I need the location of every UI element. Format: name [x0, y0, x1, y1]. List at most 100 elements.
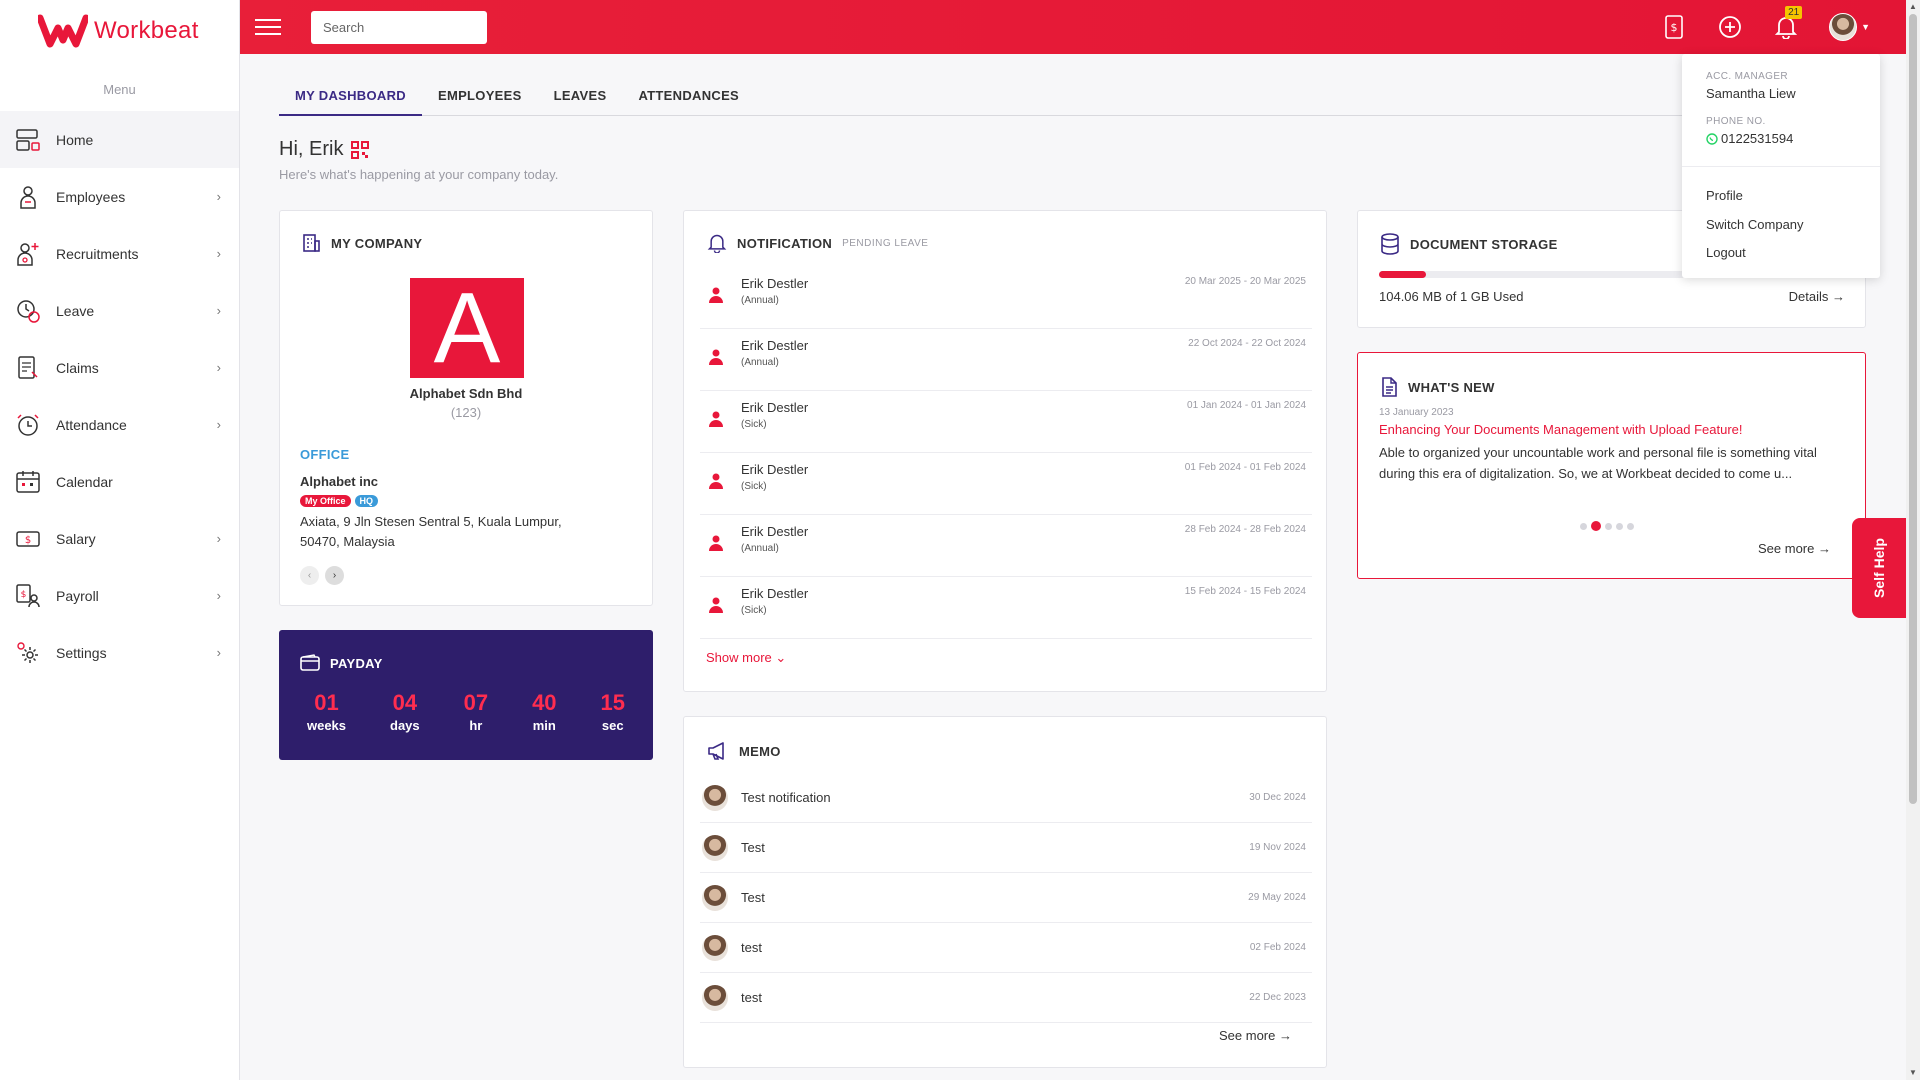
memo-date: 02 Feb 2024: [1249, 942, 1306, 953]
notification-name: Erik Destler: [741, 338, 809, 353]
prev-office-button[interactable]: ‹: [300, 566, 319, 585]
sidebar-item-label: Salary: [56, 530, 96, 547]
whats-new-card: WHAT'S NEW 13 January 2023 Enhancing You…: [1357, 352, 1866, 579]
notification-item[interactable]: Erik Destler (Annual) 22 Oct 2024 - 22 Oct…: [700, 329, 1312, 391]
memo-header: MEMO: [707, 741, 781, 761]
tab-leaves[interactable]: LEAVES: [538, 80, 623, 116]
notification-item[interactable]: Erik Destler (Sick) 01 Jan 2024 - 01 Jan 2…: [700, 391, 1312, 453]
news-see-more-label: See more: [1758, 541, 1815, 556]
salary-icon: $: [14, 525, 42, 553]
app-logo[interactable]: Workbeat: [0, 0, 239, 62]
tab-my-dashboard[interactable]: MY DASHBOARD: [279, 80, 422, 116]
payday-card: PAYDAY 01 weeks 04 days 07 hr 40 min 15 sec: [279, 630, 653, 760]
attendance-icon: [14, 411, 42, 439]
arrow-right-icon: →: [1279, 1028, 1292, 1043]
user-icon: [707, 410, 727, 433]
notification-date: 01 Feb 2024 - 01 Feb 2024: [1184, 462, 1306, 473]
notification-name: Erik Destler: [741, 462, 809, 477]
memo-item[interactable]: test 02 Feb 2024: [700, 923, 1312, 973]
switch-company-link[interactable]: Switch Company: [1706, 217, 1804, 232]
memo-date: 19 Nov 2024: [1249, 842, 1306, 853]
notification-item[interactable]: Erik Destler (Annual) 28 Feb 2024 - 28 Feb…: [700, 515, 1312, 577]
tab-employees[interactable]: EMPLOYEES: [422, 80, 538, 116]
memo-title-text: test: [741, 990, 762, 1005]
chevron-right-icon: ›: [216, 645, 221, 660]
logout-link[interactable]: Logout: [1706, 245, 1746, 260]
avatar: [702, 884, 728, 911]
scrollbar-thumb[interactable]: [1909, 14, 1917, 804]
countdown-value: 07: [463, 690, 489, 715]
svg-text:$: $: [25, 535, 31, 546]
sidebar-item-attendance[interactable]: Attendance ›: [0, 396, 239, 453]
sidebar-item-label: Payroll: [56, 587, 99, 604]
sidebar-item-recruitments[interactable]: Recruitments ›: [0, 225, 239, 282]
tab-attendances[interactable]: ATTENDANCES: [622, 80, 755, 116]
sidebar-item-home[interactable]: Home: [0, 111, 239, 168]
scroll-down-arrow-icon[interactable]: ▼: [1906, 1066, 1920, 1080]
page-scrollbar[interactable]: ▲ ▼: [1906, 0, 1920, 1080]
show-more-label: Show more: [706, 650, 772, 665]
countdown-weeks: 01 weeks: [307, 690, 346, 733]
sidebar-item-payroll[interactable]: $ Payroll ›: [0, 567, 239, 624]
countdown-label: min: [532, 718, 556, 733]
news-see-more-link[interactable]: See more →: [1758, 541, 1831, 556]
phone-number[interactable]: 0122531594: [1706, 131, 1793, 146]
memo-see-more-link[interactable]: See more →: [1219, 1028, 1292, 1043]
sidebar-item-settings[interactable]: Settings ›: [0, 624, 239, 681]
workbeat-logo-icon: [38, 14, 88, 48]
self-help-button[interactable]: Self Help: [1852, 518, 1906, 618]
chevron-right-icon: ›: [216, 189, 221, 204]
show-more-link[interactable]: Show more ⌄: [706, 650, 786, 666]
carousel-dot[interactable]: [1591, 521, 1601, 531]
add-circle-icon[interactable]: [1717, 14, 1743, 40]
sidebar-item-leave[interactable]: Leave ›: [0, 282, 239, 339]
countdown-label: sec: [601, 718, 624, 733]
sidebar-item-salary[interactable]: $ Salary ›: [0, 510, 239, 567]
sidebar-item-calendar[interactable]: Calendar: [0, 453, 239, 510]
news-carousel-dots: [1580, 521, 1634, 531]
chevron-right-icon: ›: [216, 588, 221, 603]
sidebar-item-label: Claims: [56, 359, 99, 376]
notification-item[interactable]: Erik Destler (Annual) 20 Mar 2025 - 20 Mar…: [700, 267, 1312, 329]
qr-code-icon[interactable]: [351, 140, 370, 159]
memo-item[interactable]: Test 19 Nov 2024: [700, 823, 1312, 873]
memo-item[interactable]: test 22 Dec 2023: [700, 973, 1312, 1023]
news-headline[interactable]: Enhancing Your Documents Management with…: [1379, 422, 1743, 437]
memo-title: MEMO: [739, 743, 781, 759]
acc-manager-name: Samantha Liew: [1706, 86, 1796, 101]
whatsapp-icon: [1706, 132, 1718, 145]
whats-new-title: WHAT'S NEW: [1408, 379, 1495, 395]
payslip-icon[interactable]: $: [1661, 14, 1687, 40]
user-avatar-menu[interactable]: ▼: [1829, 13, 1870, 41]
notification-date: 15 Feb 2024 - 15 Feb 2024: [1184, 586, 1306, 597]
scroll-up-arrow-icon[interactable]: ▲: [1906, 0, 1920, 14]
carousel-dot[interactable]: [1627, 522, 1634, 530]
sidebar-item-claims[interactable]: Claims ›: [0, 339, 239, 396]
memo-item[interactable]: Test 29 May 2024: [700, 873, 1312, 923]
svg-text:$: $: [1671, 21, 1678, 34]
notification-bell-icon[interactable]: 21: [1773, 6, 1803, 40]
hamburger-menu-button[interactable]: [255, 19, 281, 35]
payday-header: PAYDAY: [300, 654, 383, 672]
search-input[interactable]: [311, 10, 487, 44]
profile-link[interactable]: Profile: [1706, 188, 1743, 203]
office-tags: My Office HQ: [300, 495, 379, 507]
sidebar-nav: Home Employees › Recruitments › Leave › Claims ›…: [0, 111, 239, 681]
sidebar-item-employees[interactable]: Employees ›: [0, 168, 239, 225]
calendar-icon: [14, 468, 42, 496]
notification-count-badge: 21: [1785, 6, 1803, 19]
notification-item[interactable]: Erik Destler (Sick) 01 Feb 2024 - 01 Feb 2…: [700, 453, 1312, 515]
building-icon: [303, 234, 320, 252]
office-address-line1: Axiata, 9 Jln Stesen Sentral 5, Kuala Lu…: [300, 514, 562, 529]
notification-item[interactable]: Erik Destler (Sick) 15 Feb 2024 - 15 Feb 2…: [700, 577, 1312, 639]
memo-list: Test notification 30 Dec 2024 Test 19 Nov 2…: [700, 773, 1312, 1023]
carousel-dot[interactable]: [1605, 522, 1612, 530]
memo-item[interactable]: Test notification 30 Dec 2024: [700, 773, 1312, 823]
notification-type: (Sick): [741, 605, 767, 616]
carousel-dot[interactable]: [1616, 522, 1623, 530]
carousel-dot[interactable]: [1580, 522, 1587, 530]
next-office-button[interactable]: ›: [325, 566, 344, 585]
bell-icon: [707, 234, 727, 253]
storage-details-link[interactable]: Details →: [1789, 289, 1845, 304]
phone-label: PHONE NO.: [1706, 116, 1766, 127]
